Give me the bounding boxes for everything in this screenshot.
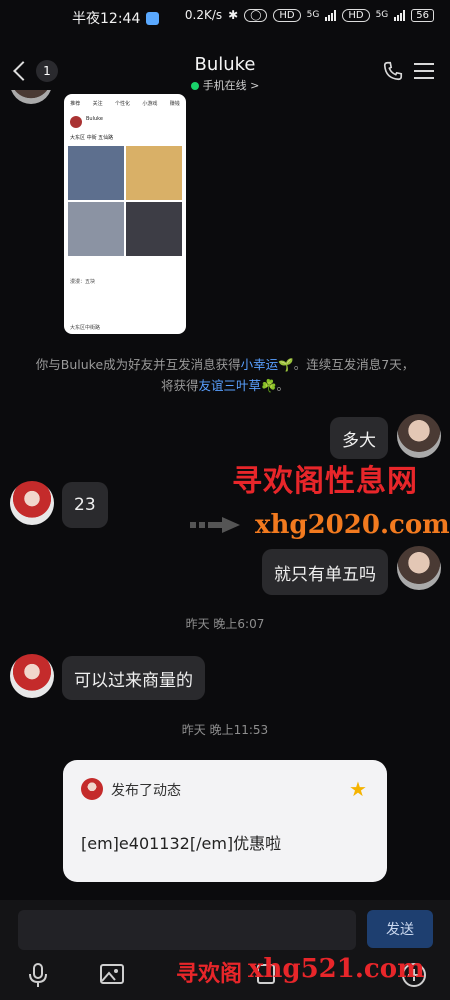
vpn-icon: ◯ — [244, 8, 268, 22]
clover-link[interactable]: 友谊三叶草 — [198, 378, 261, 393]
dynamic-post-card[interactable]: 发布了动态 ★ [em]e401132[/em]优惠啦 — [63, 760, 387, 882]
status-bar: 半夜12:44 0.2K/s ✱ ◯ HD 5G HD 5G 56 — [0, 0, 450, 34]
bluetooth-icon: ✱ — [228, 8, 239, 22]
shot-photo-3 — [68, 202, 124, 256]
send-button[interactable]: 发送 — [367, 910, 433, 948]
self-avatar[interactable] — [397, 546, 441, 590]
menu-icon — [414, 63, 434, 65]
shot-tab: 个性化 — [114, 101, 130, 107]
notice-line-2: 将获得友谊三叶草☘️。 — [30, 375, 420, 396]
shot-photo-4 — [126, 202, 182, 256]
lucky-link[interactable]: 小幸运 — [241, 357, 279, 372]
shot-text: 大东区 中街 五仙路 — [70, 135, 114, 141]
card-body: [em]e401132[/em]优惠啦 — [81, 834, 282, 853]
notice-text: 将获得 — [160, 378, 199, 393]
shot-avatar — [70, 116, 82, 128]
shot-tab: 推荐 — [70, 101, 81, 107]
self-avatar[interactable] — [397, 414, 441, 458]
shared-screenshot-image[interactable]: 推荐 关注 个性化 小游戏 赚钱 Buluke 大东区 中街 五仙路 漫漫：五块… — [64, 94, 186, 334]
notice-text: 你与Buluke成为好友并互发消息获得 — [35, 357, 241, 372]
phone-call-button[interactable] — [382, 60, 404, 82]
star-badge-icon: ★ — [349, 777, 367, 801]
notice-line-1: 你与Buluke成为好友并互发消息获得小幸运🌱。连续互发消息7天， — [30, 354, 420, 375]
menu-icon-line — [414, 77, 434, 79]
message-bubble-self[interactable]: 多大 — [330, 417, 388, 459]
shot-location: 大东区中街路 — [70, 325, 101, 331]
friendship-notice: 你与Buluke成为好友并互发消息获得小幸运🌱。连续互发消息7天， 将获得友谊三… — [30, 354, 420, 396]
shot-tabs: 推荐 关注 个性化 小游戏 赚钱 — [64, 94, 186, 107]
hd-badge-2: HD — [342, 8, 370, 22]
message-input[interactable] — [18, 910, 356, 950]
shot-photo-2 — [126, 146, 182, 200]
online-dot-icon — [190, 82, 199, 90]
watermark-bottom-cn: 寻欢阁 — [176, 961, 243, 987]
watermark-bottom-site: xhg521.com — [248, 954, 425, 984]
contact-avatar[interactable] — [10, 481, 54, 525]
timestamp: 昨天 晚上6:07 — [185, 617, 265, 631]
image-button[interactable] — [98, 962, 126, 990]
shot-tab: 小游戏 — [142, 101, 158, 107]
shot-tab: 赚钱 — [169, 101, 180, 107]
arrow-watermark-icon — [190, 517, 240, 533]
menu-button[interactable] — [414, 60, 434, 80]
image-icon — [100, 964, 124, 984]
online-status-text: 手机在线 > — [202, 79, 260, 92]
app-notification-icon — [146, 11, 160, 25]
signal-bars-1-icon — [325, 9, 337, 21]
shot-comment: 漫漫：五块 — [70, 279, 96, 285]
voice-button[interactable] — [24, 962, 52, 990]
watermark-title: 寻欢阁性息网 — [232, 464, 418, 499]
message-bubble-contact[interactable]: 23 — [62, 482, 108, 528]
shot-tab: 关注 — [92, 101, 103, 107]
contact-avatar[interactable] — [10, 654, 54, 698]
signal-label-1: 5G — [306, 10, 320, 20]
shot-username: Buluke — [86, 116, 103, 122]
notice-text: 🌱。连续互发消息7天， — [278, 357, 415, 372]
shot-photo-1 — [68, 146, 124, 200]
message-bubble-self[interactable]: 就只有单五吗 — [262, 549, 388, 595]
status-time: 半夜12:44 — [72, 11, 141, 27]
watermark-site: xhg2020.com — [255, 510, 450, 540]
microphone-icon — [29, 963, 47, 987]
notice-text: ☘️。 — [260, 378, 290, 393]
net-speed: 0.2K/s — [184, 8, 223, 22]
hd-badge-1: HD — [273, 8, 301, 22]
menu-icon-line — [414, 70, 434, 72]
signal-bars-2-icon — [394, 9, 406, 21]
timestamp: 昨天 晚上11:53 — [181, 723, 269, 737]
signal-label-2: 5G — [375, 10, 389, 20]
message-bubble-contact[interactable]: 可以过来商量的 — [62, 656, 205, 700]
card-header: 发布了动态 — [111, 783, 181, 799]
battery-indicator: 56 — [411, 8, 434, 22]
card-avatar — [81, 778, 103, 800]
phone-icon — [383, 61, 403, 81]
